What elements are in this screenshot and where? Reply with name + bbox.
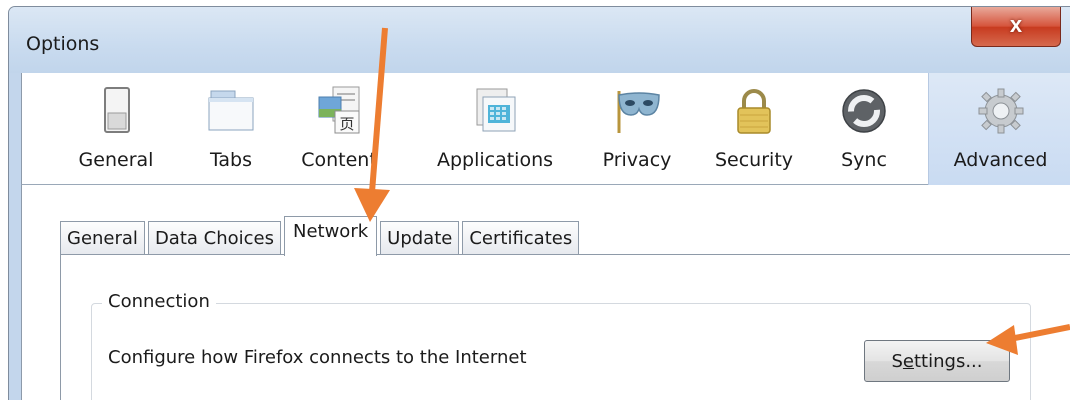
toolbar-security[interactable]: Security <box>702 73 806 185</box>
window-title: Options <box>26 33 100 55</box>
tabs-window-icon <box>207 85 255 135</box>
padlock-icon <box>730 85 778 135</box>
title-bar: Options x <box>9 7 1070 73</box>
toolbar-content[interactable]: 页 Content <box>290 73 388 185</box>
close-button[interactable]: x <box>971 7 1061 47</box>
advanced-panel: General Data Choices Network Update Cert… <box>21 185 1070 400</box>
mask-icon <box>613 85 661 135</box>
tab-network[interactable]: Network <box>283 216 378 256</box>
connection-legend: Connection <box>102 291 216 312</box>
network-tab-panel: Connection Configure how Firefox connect… <box>60 254 1070 400</box>
toolbar-tabs[interactable]: Tabs <box>190 73 272 185</box>
tab-data-choices[interactable]: Data Choices <box>147 221 281 255</box>
close-icon: x <box>1009 11 1023 37</box>
toolbar-general[interactable]: General <box>62 73 170 185</box>
connection-groupbox: Connection Configure how Firefox connect… <box>91 291 1031 400</box>
advanced-tabs: General Data Choices Network Update Cert… <box>60 216 582 256</box>
svg-text:页: 页 <box>339 115 354 133</box>
toolbar-sync[interactable]: Sync <box>830 73 898 185</box>
settings-button[interactable]: Se ttings... <box>864 340 1010 382</box>
toolbar-privacy[interactable]: Privacy <box>590 73 684 185</box>
toggle-switch-icon <box>92 85 140 135</box>
sync-arrows-icon <box>840 85 888 135</box>
tab-update[interactable]: Update <box>380 221 460 255</box>
options-window: Options x General Tabs 页 Content Applica… <box>8 6 1070 400</box>
gear-icon <box>977 85 1025 135</box>
content-document-icon: 页 <box>315 85 363 135</box>
toolbar-advanced[interactable]: Advanced <box>928 73 1070 185</box>
applications-window-icon <box>471 85 519 135</box>
tab-general[interactable]: General <box>60 221 145 255</box>
tab-certificates[interactable]: Certificates <box>462 221 580 255</box>
options-toolbar: General Tabs 页 Content Applications Priv… <box>21 73 1070 185</box>
toolbar-applications[interactable]: Applications <box>420 73 570 185</box>
connection-description: Configure how Firefox connects to the In… <box>108 347 527 368</box>
